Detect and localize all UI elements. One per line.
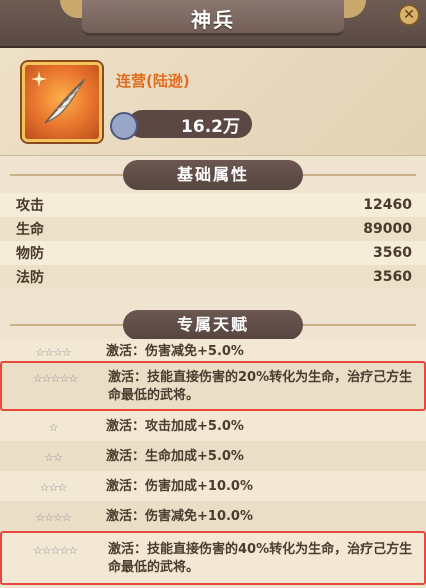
stats-list: 攻击 12460 生命 89000 物防 3560 法防 3560 [0, 193, 426, 289]
star-rating-icon: ☆☆☆ [39, 481, 68, 494]
talent-row-highlighted: ☆☆☆☆☆ 激活：技能直接伤害的40%转化为生命，治疗己方生命最低的武将。 [0, 531, 426, 585]
section-title: 专属天赋 [123, 310, 303, 340]
stat-label: 物防 [16, 246, 44, 262]
talent-text: 激活：伤害减免+5.0% [106, 344, 244, 359]
star-rating-icon: ☆☆☆☆☆ [32, 544, 78, 557]
section-header-talents: 专属天赋 [0, 310, 426, 340]
close-icon: ✕ [403, 7, 415, 23]
star-rating-icon: ☆ [48, 421, 59, 434]
stat-row-hp: 生命 89000 [0, 217, 426, 241]
talent-text: 激活：技能直接伤害的40%转化为生命，治疗己方生命最低的武将。 [108, 542, 413, 575]
talent-row: ☆☆☆☆ 激活：伤害减免+10.0% [0, 501, 426, 531]
weapon-name: 连营(陆逊) [116, 72, 190, 90]
stat-label: 攻击 [16, 198, 44, 214]
star-rating-icon: ☆☆☆☆☆ [32, 372, 78, 385]
stat-row-physical-defense: 物防 3560 [0, 241, 426, 265]
sparkle-icon [31, 71, 47, 87]
stat-label: 法防 [16, 270, 44, 286]
talent-row: ☆☆ 激活：生命加成+5.0% [0, 441, 426, 471]
stat-value: 89000 [363, 221, 412, 237]
talent-text: 激活：伤害减免+10.0% [106, 509, 253, 524]
star-rating-icon: ☆☆☆☆ [35, 511, 71, 524]
talent-row: ☆☆☆ 激活：伤害加成+10.0% [0, 471, 426, 501]
talent-row: ☆ 激活：攻击加成+5.0% [0, 411, 426, 441]
star-rating-icon: ☆☆☆☆ [35, 346, 71, 359]
stat-value: 12460 [363, 197, 412, 213]
stat-label: 生命 [16, 222, 44, 238]
star-rating-icon: ☆☆ [44, 451, 63, 464]
talent-text: 激活：伤害加成+10.0% [106, 479, 253, 494]
talent-text: 激活：攻击加成+5.0% [106, 419, 244, 434]
talent-row-highlighted: ☆☆☆☆☆ 激活：技能直接伤害的20%转化为生命，治疗己方生命最低的武将。 [0, 361, 426, 411]
section-title: 基础属性 [123, 160, 303, 190]
stat-row-attack: 攻击 12460 [0, 193, 426, 217]
close-button[interactable]: ✕ [398, 4, 420, 26]
stat-row-magic-defense: 法防 3560 [0, 265, 426, 289]
talent-row: ☆☆☆☆ 激活：伤害减免+5.0% [0, 339, 426, 361]
weapon-icon-frame[interactable] [22, 62, 102, 142]
section-header-base-stats: 基础属性 [0, 160, 426, 190]
talent-list[interactable]: ☆☆☆☆ 激活：伤害减免+5.0% ☆☆☆☆☆ 激活：技能直接伤害的20%转化为… [0, 339, 426, 588]
stat-value: 3560 [373, 269, 412, 285]
talent-text: 激活：生命加成+5.0% [106, 449, 244, 464]
weapon-panel [0, 48, 426, 156]
power-badge-icon [110, 112, 138, 140]
header-bar: 神兵 ✕ [0, 0, 426, 48]
page-title: 神兵 [191, 8, 235, 32]
talent-text: 激活：技能直接伤害的20%转化为生命，治疗己方生命最低的武将。 [108, 370, 413, 403]
power-value: 16.2万 [128, 110, 252, 138]
stat-value: 3560 [373, 245, 412, 261]
